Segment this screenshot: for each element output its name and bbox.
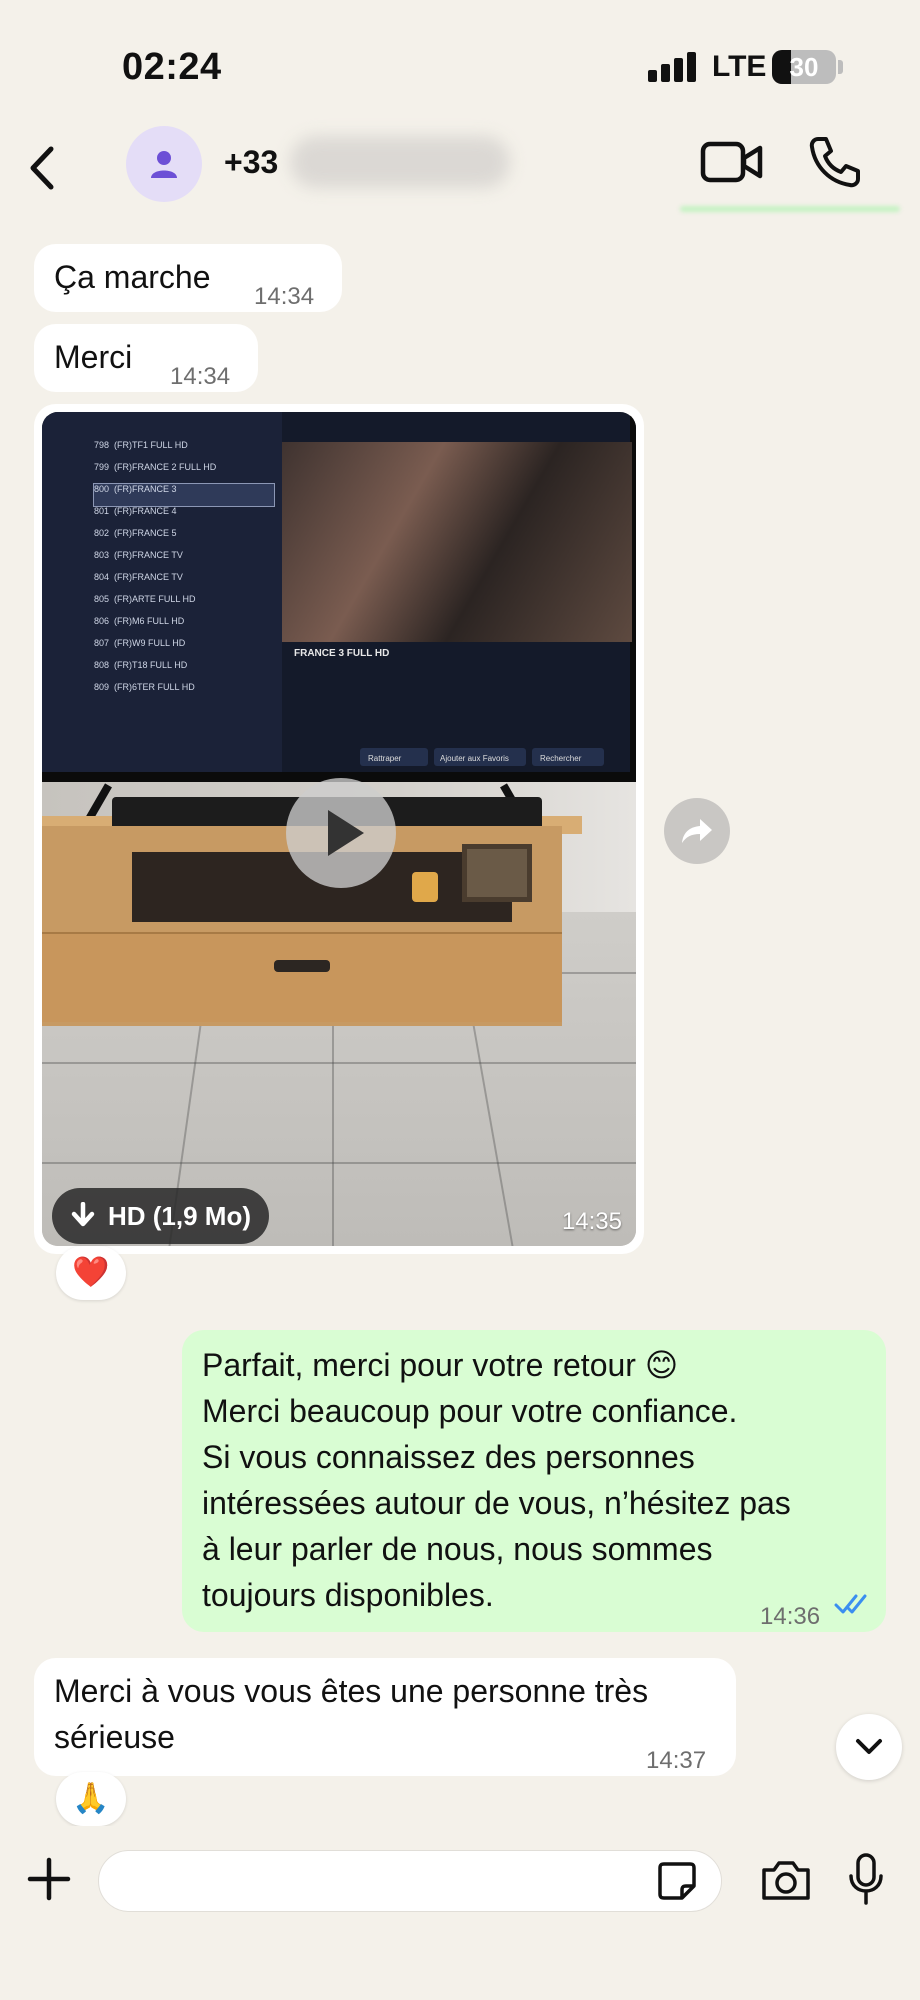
tv-channel-row: 809 (FR)6TER FULL HD (94, 682, 195, 692)
battery-icon: 30 (772, 50, 836, 84)
download-icon (71, 1202, 95, 1227)
message-text: Ça marche (54, 259, 211, 295)
sticker-icon[interactable] (656, 1860, 698, 1902)
read-check-icon (834, 1594, 867, 1614)
tv-channel-row: 808 (FR)T18 FULL HD (94, 660, 188, 670)
tv-button: Rattraper (360, 748, 428, 766)
message-time: 14:35 (561, 1208, 622, 1235)
reaction-heart[interactable]: ❤️ (56, 1246, 126, 1300)
tv-channel-row: 801 (FR)FRANCE 4 (94, 506, 177, 516)
tv-channel-row: 804 (FR)FRANCE TV (94, 572, 183, 582)
message-time: 14:36 (760, 1603, 821, 1630)
video-call-button[interactable] (700, 138, 764, 188)
tv-channel-row: 806 (FR)M6 FULL HD (94, 616, 185, 626)
avatar[interactable] (126, 126, 202, 202)
reaction-pray[interactable]: 🙏 (56, 1772, 126, 1826)
tv-channel-row: 803 (FR)FRANCE TV (94, 550, 183, 560)
tv-channel-row: 799 (FR)FRANCE 2 FULL HD (94, 462, 217, 472)
message-bubble-outgoing[interactable]: Parfait, merci pour votre retour 😊 Merci… (182, 1330, 886, 1632)
chat-header: +33 (0, 120, 920, 220)
message-text: Merci à vous vous êtes une personne très… (54, 1668, 648, 1760)
battery-tip (838, 60, 843, 74)
download-label: HD (1,9 Mo) (108, 1201, 251, 1231)
tv-channel-row: 800 (FR)FRANCE 3 (93, 483, 275, 507)
message-time: 14:34 (170, 363, 231, 390)
header-accent (680, 206, 900, 212)
back-icon (30, 146, 54, 190)
tv-channel-row: 798 (FR)TF1 FULL HD (94, 440, 188, 450)
play-button[interactable] (286, 778, 396, 888)
tv-channel-row: 805 (FR)ARTE FULL HD (94, 594, 196, 604)
tv-button: Ajouter aux Favoris (434, 748, 526, 766)
message-bubble-incoming[interactable]: Ça marche 14:34 (34, 244, 342, 312)
signal-icon (648, 52, 698, 82)
contact-name[interactable]: +33 (224, 144, 278, 181)
message-input[interactable] (98, 1850, 722, 1912)
phone-call-button[interactable] (806, 134, 862, 190)
pray-icon: 🙏 (72, 1782, 110, 1815)
status-bar: 02:24 LTE 30 (0, 0, 920, 120)
scroll-down-button[interactable] (836, 1714, 902, 1780)
message-time: 14:34 (254, 283, 315, 310)
message-text: Parfait, merci pour votre retour 😊 Merci… (202, 1342, 791, 1618)
message-line: intéressées autour de vous, n’hésitez pa… (202, 1485, 791, 1521)
forward-button[interactable] (664, 798, 730, 864)
tv-screen: 798 (FR)TF1 FULL HD 799 (FR)FRANCE 2 FUL… (42, 412, 636, 782)
mic-icon[interactable] (846, 1852, 886, 1906)
tv-channel-row: 802 (FR)FRANCE 5 (94, 528, 177, 538)
message-line: toujours disponibles. (202, 1577, 494, 1613)
redacted-number (290, 136, 510, 188)
message-line: Si vous connaissez des personnes (202, 1439, 695, 1475)
download-button[interactable]: HD (1,9 Mo) (52, 1188, 269, 1244)
status-time: 02:24 (122, 46, 222, 88)
message-line: Merci beaucoup pour votre confiance. (202, 1393, 738, 1429)
plus-icon[interactable] (26, 1856, 72, 1902)
message-text: Merci (54, 339, 133, 375)
message-bubble-incoming[interactable]: Merci à vous vous êtes une personne très… (34, 1658, 736, 1776)
forward-icon (682, 819, 712, 843)
camera-icon[interactable] (760, 1858, 812, 1902)
message-line: sérieuse (54, 1719, 175, 1755)
video-thumbnail[interactable]: 798 (FR)TF1 FULL HD 799 (FR)FRANCE 2 FUL… (42, 412, 636, 1246)
message-line: Parfait, merci pour votre retour 😊 (202, 1347, 679, 1383)
video-message[interactable]: 798 (FR)TF1 FULL HD 799 (FR)FRANCE 2 FUL… (34, 404, 644, 1254)
message-time: 14:37 (646, 1747, 707, 1774)
chevron-down-icon (856, 1739, 882, 1754)
message-bubble-incoming[interactable]: Merci 14:34 (34, 324, 258, 392)
tv-button: Rechercher (532, 748, 604, 766)
phone-icon (809, 137, 860, 188)
tv-channel-row: 807 (FR)W9 FULL HD (94, 638, 186, 648)
video-call-icon (700, 141, 763, 183)
network-label: LTE (712, 50, 767, 83)
message-line: Merci à vous vous êtes une personne très (54, 1673, 649, 1709)
person-icon (151, 151, 177, 178)
composer (0, 1826, 920, 1936)
tv-picture (282, 442, 632, 642)
battery-level: 30 (789, 52, 819, 82)
back-button[interactable] (22, 138, 62, 198)
heart-icon: ❤️ (72, 1256, 110, 1289)
tv-channel-title: FRANCE 3 FULL HD (294, 648, 390, 659)
message-line: à leur parler de nous, nous sommes (202, 1531, 713, 1567)
